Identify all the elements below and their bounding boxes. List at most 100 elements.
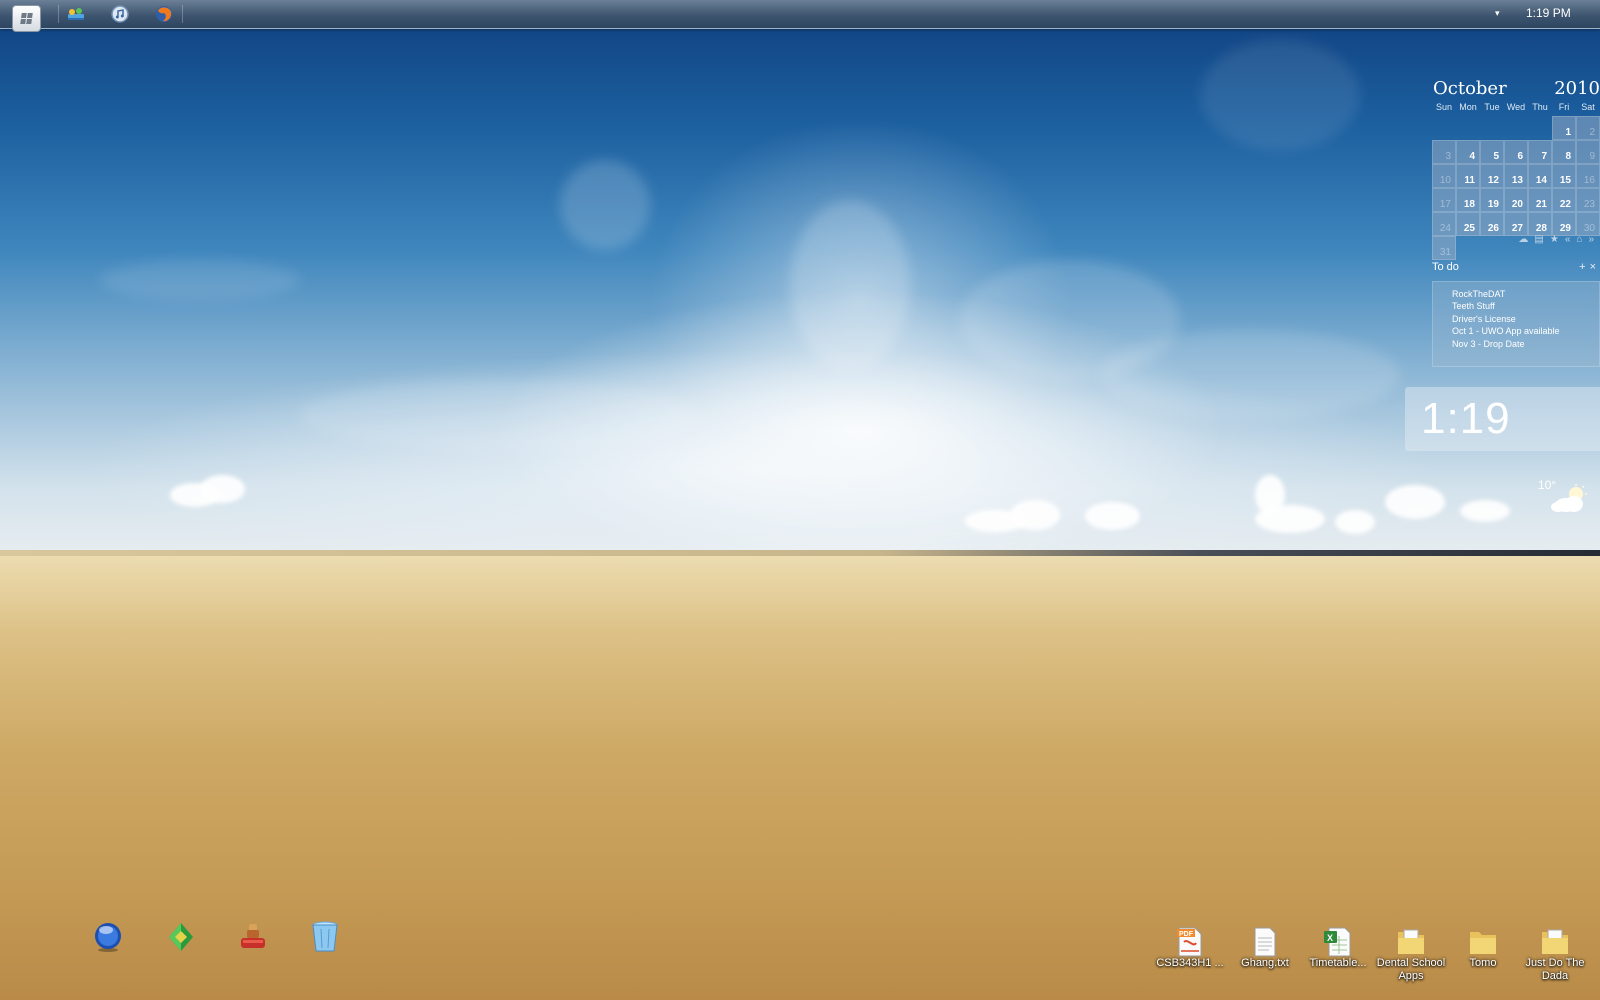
cumulus-cloud bbox=[1085, 502, 1140, 530]
calendar-day[interactable]: 31 bbox=[1432, 236, 1456, 260]
calendar-day[interactable]: 21 bbox=[1528, 188, 1552, 212]
star-icon[interactable]: ★ bbox=[1550, 234, 1559, 245]
calendar-day[interactable]: 17 bbox=[1432, 188, 1456, 212]
calendar-empty-cell bbox=[1480, 116, 1504, 140]
todo-list: RockTheDAT Teeth Stuff Driver's License Oct… bbox=[1432, 281, 1600, 367]
calendar-day[interactable]: 23 bbox=[1576, 188, 1600, 212]
desktop-icon-label: CSB343H1 ... bbox=[1156, 957, 1224, 969]
desktop-icon-label: Tomo bbox=[1469, 957, 1497, 969]
text-file-icon bbox=[1248, 925, 1282, 959]
folder-icon bbox=[1466, 925, 1500, 959]
control-panel-icon[interactable] bbox=[66, 4, 86, 24]
wallpaper-sky bbox=[0, 0, 1600, 555]
calendar-weekday: Sat bbox=[1581, 102, 1595, 112]
calendar-gadget: October 2010 Sun Mon Tue Wed Thu Fri Sat 12345… bbox=[1432, 76, 1600, 260]
taskbar-clock[interactable]: 1:19 PM bbox=[1526, 6, 1571, 20]
desktop-icon-label: Timetable... bbox=[1309, 957, 1367, 969]
desktop-icon-dental-school-apps[interactable]: Dental School Apps bbox=[1376, 925, 1446, 983]
cloud-wisp bbox=[300, 380, 700, 450]
todo-item[interactable]: RockTheDAT bbox=[1452, 288, 1599, 300]
calendar-day[interactable]: 6 bbox=[1504, 140, 1528, 164]
calendar-day[interactable]: 26 bbox=[1480, 212, 1504, 236]
close-icon[interactable]: × bbox=[1590, 261, 1600, 273]
calendar-day[interactable]: 2 bbox=[1576, 116, 1600, 140]
todo-title: To do bbox=[1432, 261, 1459, 273]
next-icon[interactable]: » bbox=[1588, 234, 1594, 245]
folder-icon bbox=[1538, 925, 1572, 959]
cloud-icon[interactable]: ☁ bbox=[1518, 234, 1528, 245]
desktop-icon-label: Just Do The Dada bbox=[1525, 957, 1585, 982]
calendar-day[interactable]: 12 bbox=[1480, 164, 1504, 188]
calendar-day[interactable]: 1 bbox=[1552, 116, 1576, 140]
firefox-icon[interactable] bbox=[154, 4, 174, 24]
start-button[interactable] bbox=[12, 5, 41, 32]
home-icon[interactable]: ⌂ bbox=[1576, 234, 1582, 245]
calendar-empty-cell bbox=[1456, 236, 1480, 260]
calendar-day[interactable]: 5 bbox=[1480, 140, 1504, 164]
partly-cloudy-icon bbox=[1551, 484, 1587, 512]
todo-item[interactable]: Nov 3 - Drop Date bbox=[1452, 338, 1599, 350]
calendar-day[interactable]: 29 bbox=[1552, 212, 1576, 236]
blue-orb-icon[interactable] bbox=[91, 920, 125, 954]
red-stamp-icon[interactable] bbox=[236, 920, 270, 954]
cumulus-cloud bbox=[1010, 500, 1060, 530]
calendar-empty-cell bbox=[1528, 116, 1552, 140]
clock-gadget: 1:19 bbox=[1405, 387, 1600, 451]
calendar-weekday: Tue bbox=[1484, 102, 1500, 112]
calendar-empty-cell bbox=[1504, 116, 1528, 140]
list-icon[interactable]: ▤ bbox=[1534, 234, 1543, 245]
cumulus-cloud bbox=[1385, 485, 1445, 519]
itunes-icon[interactable] bbox=[110, 4, 130, 24]
cloud-wisp bbox=[790, 200, 910, 370]
calendar-month[interactable]: October bbox=[1433, 78, 1507, 99]
calendar-day[interactable]: 15 bbox=[1552, 164, 1576, 188]
tray-expand-icon[interactable]: ▾ bbox=[1495, 8, 1500, 19]
calendar-weekday: Mon bbox=[1459, 102, 1477, 112]
taskbar: ▾ 1:19 PM bbox=[0, 0, 1600, 32]
calendar-day[interactable]: 4 bbox=[1456, 140, 1480, 164]
desktop-icon-csb343h1[interactable]: PDF CSB343H1 ... bbox=[1155, 925, 1225, 970]
desktop-icon-label: Ghang.txt bbox=[1241, 957, 1289, 969]
calendar-day[interactable]: 20 bbox=[1504, 188, 1528, 212]
todo-item[interactable]: Teeth Stuff bbox=[1452, 300, 1599, 312]
cumulus-cloud bbox=[1335, 510, 1375, 534]
calendar-day[interactable]: 3 bbox=[1432, 140, 1456, 164]
calendar-weekday-header: Sun Mon Tue Wed Thu Fri Sat bbox=[1432, 102, 1600, 112]
calendar-day[interactable]: 11 bbox=[1456, 164, 1480, 188]
calendar-toolbar: ☁ ▤ ★ « ⌂ » bbox=[1518, 234, 1594, 245]
calendar-day[interactable]: 9 bbox=[1576, 140, 1600, 164]
calendar-day[interactable]: 18 bbox=[1456, 188, 1480, 212]
folder-icon bbox=[1394, 925, 1428, 959]
desktop-icon-ghang-txt[interactable]: Ghang.txt bbox=[1230, 925, 1300, 970]
todo-item[interactable]: Oct 1 - UWO App available bbox=[1452, 325, 1599, 337]
calendar-day[interactable]: 25 bbox=[1456, 212, 1480, 236]
todo-item[interactable]: Driver's License bbox=[1452, 313, 1599, 325]
calendar-day[interactable]: 8 bbox=[1552, 140, 1576, 164]
calendar-day[interactable]: 24 bbox=[1432, 212, 1456, 236]
calendar-day[interactable]: 10 bbox=[1432, 164, 1456, 188]
green-gem-icon[interactable] bbox=[164, 920, 198, 954]
windows-logo-icon bbox=[20, 13, 33, 24]
desktop-icon-just-do-the-dada[interactable]: Just Do The Dada bbox=[1520, 925, 1590, 983]
calendar-day[interactable]: 13 bbox=[1504, 164, 1528, 188]
calendar-year[interactable]: 2010 bbox=[1554, 78, 1600, 99]
cloud-wisp bbox=[1200, 40, 1360, 150]
recycle-bin-icon[interactable] bbox=[308, 920, 342, 954]
calendar-day[interactable]: 16 bbox=[1576, 164, 1600, 188]
calendar-weekday: Sun bbox=[1435, 102, 1452, 112]
cloud-wisp bbox=[100, 260, 300, 300]
add-icon[interactable]: + bbox=[1579, 261, 1589, 273]
calendar-day[interactable]: 7 bbox=[1528, 140, 1552, 164]
calendar-day[interactable]: 30 bbox=[1576, 212, 1600, 236]
prev-icon[interactable]: « bbox=[1565, 234, 1571, 245]
calendar-day[interactable]: 22 bbox=[1552, 188, 1576, 212]
calendar-day[interactable]: 14 bbox=[1528, 164, 1552, 188]
desktop-icon-timetable[interactable]: X Timetable... bbox=[1303, 925, 1373, 970]
taskbar-separator bbox=[58, 5, 59, 23]
calendar-day[interactable]: 27 bbox=[1504, 212, 1528, 236]
calendar-weekday: Thu bbox=[1532, 102, 1548, 112]
calendar-weekday: Fri bbox=[1558, 102, 1570, 112]
calendar-day[interactable]: 28 bbox=[1528, 212, 1552, 236]
calendar-day[interactable]: 19 bbox=[1480, 188, 1504, 212]
desktop-icon-tomo[interactable]: Tomo bbox=[1448, 925, 1518, 970]
